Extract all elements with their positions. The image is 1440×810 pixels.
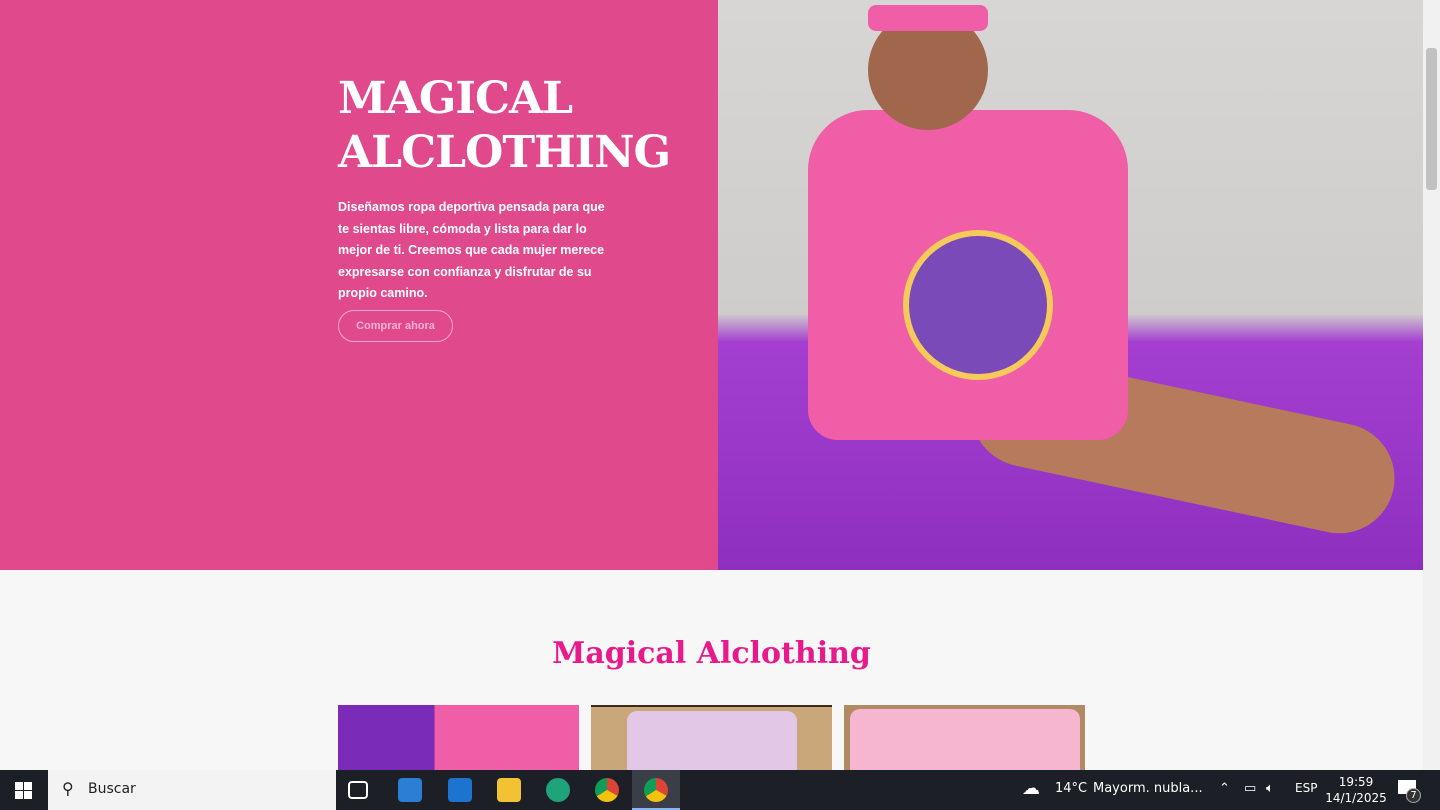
camera-icon[interactable]: ▭ — [1244, 781, 1256, 796]
time: 19:59 — [1338, 775, 1374, 789]
taskbar: ⚲ Buscar ☁ 14°C Mayorm. nubla... ⌃ ▭ 🔈︎ E… — [0, 770, 1440, 810]
chrome-active-icon[interactable] — [632, 770, 680, 810]
chrome-icon[interactable] — [595, 778, 619, 802]
weather-temp[interactable]: 14°C — [1055, 781, 1087, 796]
volume-icon[interactable]: 🔈︎ — [1266, 781, 1274, 796]
hero-title: MAGICAL ALCLOTHING — [338, 72, 671, 180]
store-icon[interactable] — [398, 778, 422, 802]
shop-now-button[interactable]: Comprar ahora — [338, 310, 453, 342]
search-placeholder: Buscar — [88, 781, 136, 797]
notification-count: 7 — [1406, 788, 1421, 803]
product-card[interactable] — [844, 705, 1085, 770]
file-explorer-icon[interactable] — [497, 778, 521, 802]
weather-icon[interactable]: ☁ — [1022, 778, 1040, 799]
search-icon: ⚲ — [62, 779, 74, 798]
taskbar-search[interactable]: ⚲ Buscar — [48, 770, 336, 810]
clock[interactable]: 19:59 14/1/2025 — [1325, 774, 1387, 806]
edge-icon[interactable] — [546, 778, 570, 802]
date: 14/1/2025 — [1325, 791, 1387, 805]
scrollbar-thumb[interactable] — [1426, 48, 1437, 190]
product-card[interactable] — [591, 705, 832, 770]
chevron-up-icon[interactable]: ⌃ — [1219, 781, 1230, 796]
title-line-2: ALCLOTHING — [338, 127, 671, 178]
start-button[interactable] — [15, 782, 32, 799]
hero-description: Diseñamos ropa deportiva pensada para qu… — [338, 200, 605, 300]
hero-image — [718, 0, 1423, 570]
mail-icon[interactable] — [448, 778, 472, 802]
hero-text-panel: MAGICAL ALCLOTHING Diseñamos ropa deporti… — [0, 0, 718, 570]
language-indicator[interactable]: ESP — [1295, 781, 1317, 795]
product-card[interactable] — [338, 705, 579, 770]
section-title: Magical Alclothing — [552, 636, 871, 671]
weather-text[interactable]: Mayorm. nubla... — [1093, 781, 1203, 796]
hero-section: MAGICAL ALCLOTHING Diseñamos ropa deporti… — [0, 0, 1423, 570]
title-line-1: MAGICAL — [338, 73, 573, 124]
task-view-icon[interactable] — [348, 781, 368, 799]
